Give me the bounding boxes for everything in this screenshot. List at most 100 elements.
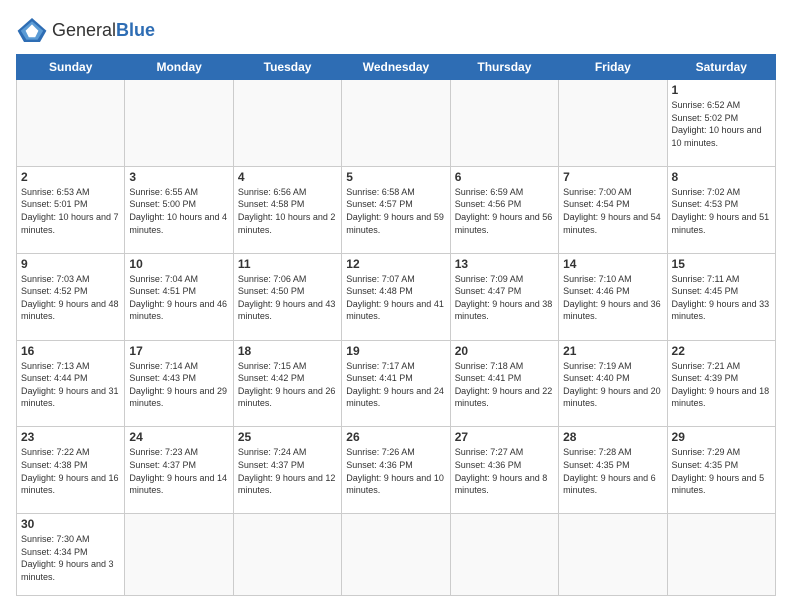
- calendar-cell: 28 Sunrise: 7:28 AM Sunset: 4:35 PM Dayli…: [559, 427, 667, 514]
- col-friday: Friday: [559, 55, 667, 80]
- calendar-cell: 27Sunrise: 7:27 AM Sunset: 4:36 PM Dayli…: [450, 427, 558, 514]
- day-number: 13: [455, 257, 554, 271]
- calendar-cell: 6 Sunrise: 6:59 AM Sunset: 4:56 PM Daylig…: [450, 166, 558, 253]
- calendar-cell: 23 Sunrise: 7:22 AM Sunset: 4:38 PM Dayli…: [17, 427, 125, 514]
- day-number: 16: [21, 344, 120, 358]
- day-info: Sunrise: 7:06 AM Sunset: 4:50 PM Dayligh…: [238, 273, 337, 323]
- day-number: 15: [672, 257, 771, 271]
- day-number: 10: [129, 257, 228, 271]
- day-info: Sunrise: 7:14 AM Sunset: 4:43 PM Dayligh…: [129, 360, 228, 410]
- day-info: Sunrise: 7:00 AM Sunset: 4:54 PM Dayligh…: [563, 186, 662, 236]
- day-info: Sunrise: 7:11 AM Sunset: 4:45 PM Dayligh…: [672, 273, 771, 323]
- day-number: 1: [672, 83, 771, 97]
- col-wednesday: Wednesday: [342, 55, 450, 80]
- calendar-cell: 20 Sunrise: 7:18 AM Sunset: 4:41 PM Dayli…: [450, 340, 558, 427]
- day-number: 29: [672, 430, 771, 444]
- day-info: Sunrise: 7:21 AM Sunset: 4:39 PM Dayligh…: [672, 360, 771, 410]
- col-thursday: Thursday: [450, 55, 558, 80]
- calendar-cell: 14Sunrise: 7:10 AM Sunset: 4:46 PM Dayli…: [559, 253, 667, 340]
- day-info: Sunrise: 7:23 AM Sunset: 4:37 PM Dayligh…: [129, 446, 228, 496]
- day-info: Sunrise: 7:19 AM Sunset: 4:40 PM Dayligh…: [563, 360, 662, 410]
- calendar-cell: 2 Sunrise: 6:53 AM Sunset: 5:01 PM Daylig…: [17, 166, 125, 253]
- day-info: Sunrise: 7:09 AM Sunset: 4:47 PM Dayligh…: [455, 273, 554, 323]
- day-number: 22: [672, 344, 771, 358]
- day-number: 3: [129, 170, 228, 184]
- calendar-cell: 15 Sunrise: 7:11 AM Sunset: 4:45 PM Dayli…: [667, 253, 775, 340]
- day-number: 21: [563, 344, 662, 358]
- generalblue-logo-icon: [16, 16, 48, 44]
- day-number: 23: [21, 430, 120, 444]
- day-info: Sunrise: 7:24 AM Sunset: 4:37 PM Dayligh…: [238, 446, 337, 496]
- calendar-cell: 17 Sunrise: 7:14 AM Sunset: 4:43 PM Dayli…: [125, 340, 233, 427]
- calendar-cell: [17, 80, 125, 167]
- calendar-cell: 25 Sunrise: 7:24 AM Sunset: 4:37 PM Dayli…: [233, 427, 341, 514]
- col-sunday: Sunday: [17, 55, 125, 80]
- day-number: 20: [455, 344, 554, 358]
- calendar-week-row: 30 Sunrise: 7:30 AM Sunset: 4:34 PM Dayli…: [17, 514, 776, 596]
- day-number: 30: [21, 517, 120, 531]
- day-info: Sunrise: 7:28 AM Sunset: 4:35 PM Dayligh…: [563, 446, 662, 496]
- calendar-week-row: 1Sunrise: 6:52 AM Sunset: 5:02 PM Daylig…: [17, 80, 776, 167]
- day-info: Sunrise: 6:59 AM Sunset: 4:56 PM Dayligh…: [455, 186, 554, 236]
- day-info: Sunrise: 7:04 AM Sunset: 4:51 PM Dayligh…: [129, 273, 228, 323]
- day-number: 5: [346, 170, 445, 184]
- day-info: Sunrise: 7:13 AM Sunset: 4:44 PM Dayligh…: [21, 360, 120, 410]
- calendar-cell: 3Sunrise: 6:55 AM Sunset: 5:00 PM Daylig…: [125, 166, 233, 253]
- col-monday: Monday: [125, 55, 233, 80]
- day-number: 18: [238, 344, 337, 358]
- day-info: Sunrise: 7:15 AM Sunset: 4:42 PM Dayligh…: [238, 360, 337, 410]
- calendar-cell: [342, 80, 450, 167]
- day-info: Sunrise: 6:56 AM Sunset: 4:58 PM Dayligh…: [238, 186, 337, 236]
- calendar-cell: 30 Sunrise: 7:30 AM Sunset: 4:34 PM Dayli…: [17, 514, 125, 596]
- calendar-week-row: 16 Sunrise: 7:13 AM Sunset: 4:44 PM Dayli…: [17, 340, 776, 427]
- calendar-cell: 21 Sunrise: 7:19 AM Sunset: 4:40 PM Dayli…: [559, 340, 667, 427]
- calendar-cell: 19Sunrise: 7:17 AM Sunset: 4:41 PM Dayli…: [342, 340, 450, 427]
- day-number: 2: [21, 170, 120, 184]
- calendar-cell: [559, 514, 667, 596]
- calendar-week-row: 9Sunrise: 7:03 AM Sunset: 4:52 PM Daylig…: [17, 253, 776, 340]
- day-number: 7: [563, 170, 662, 184]
- calendar-cell: [125, 514, 233, 596]
- calendar-cell: 9Sunrise: 7:03 AM Sunset: 4:52 PM Daylig…: [17, 253, 125, 340]
- day-number: 25: [238, 430, 337, 444]
- calendar-week-row: 2 Sunrise: 6:53 AM Sunset: 5:01 PM Daylig…: [17, 166, 776, 253]
- calendar-cell: [559, 80, 667, 167]
- day-number: 28: [563, 430, 662, 444]
- calendar-cell: 11Sunrise: 7:06 AM Sunset: 4:50 PM Dayli…: [233, 253, 341, 340]
- day-info: Sunrise: 6:53 AM Sunset: 5:01 PM Dayligh…: [21, 186, 120, 236]
- col-tuesday: Tuesday: [233, 55, 341, 80]
- calendar-cell: [450, 514, 558, 596]
- day-number: 12: [346, 257, 445, 271]
- calendar-table: Sunday Monday Tuesday Wednesday Thursday…: [16, 54, 776, 596]
- calendar-cell: 26Sunrise: 7:26 AM Sunset: 4:36 PM Dayli…: [342, 427, 450, 514]
- day-number: 8: [672, 170, 771, 184]
- day-info: Sunrise: 7:02 AM Sunset: 4:53 PM Dayligh…: [672, 186, 771, 236]
- calendar-cell: 13 Sunrise: 7:09 AM Sunset: 4:47 PM Dayli…: [450, 253, 558, 340]
- calendar-cell: 29Sunrise: 7:29 AM Sunset: 4:35 PM Dayli…: [667, 427, 775, 514]
- calendar-cell: 16 Sunrise: 7:13 AM Sunset: 4:44 PM Dayli…: [17, 340, 125, 427]
- day-number: 24: [129, 430, 228, 444]
- calendar-cell: 8 Sunrise: 7:02 AM Sunset: 4:53 PM Daylig…: [667, 166, 775, 253]
- calendar-cell: [233, 514, 341, 596]
- day-info: Sunrise: 7:27 AM Sunset: 4:36 PM Dayligh…: [455, 446, 554, 496]
- calendar-cell: 7 Sunrise: 7:00 AM Sunset: 4:54 PM Daylig…: [559, 166, 667, 253]
- calendar-cell: [125, 80, 233, 167]
- header: GeneralBlue: [16, 16, 776, 44]
- day-info: Sunrise: 7:30 AM Sunset: 4:34 PM Dayligh…: [21, 533, 120, 583]
- day-number: 26: [346, 430, 445, 444]
- day-info: Sunrise: 7:22 AM Sunset: 4:38 PM Dayligh…: [21, 446, 120, 496]
- day-info: Sunrise: 7:10 AM Sunset: 4:46 PM Dayligh…: [563, 273, 662, 323]
- day-number: 9: [21, 257, 120, 271]
- calendar-header-row: Sunday Monday Tuesday Wednesday Thursday…: [17, 55, 776, 80]
- calendar-cell: [233, 80, 341, 167]
- day-number: 4: [238, 170, 337, 184]
- calendar-cell: 4 Sunrise: 6:56 AM Sunset: 4:58 PM Daylig…: [233, 166, 341, 253]
- page: GeneralBlue Sunday Monday Tuesday Wednes…: [0, 0, 792, 612]
- day-number: 17: [129, 344, 228, 358]
- day-number: 6: [455, 170, 554, 184]
- calendar-cell: 5 Sunrise: 6:58 AM Sunset: 4:57 PM Daylig…: [342, 166, 450, 253]
- day-info: Sunrise: 7:18 AM Sunset: 4:41 PM Dayligh…: [455, 360, 554, 410]
- day-number: 19: [346, 344, 445, 358]
- day-info: Sunrise: 6:58 AM Sunset: 4:57 PM Dayligh…: [346, 186, 445, 236]
- logo-text: GeneralBlue: [52, 20, 155, 41]
